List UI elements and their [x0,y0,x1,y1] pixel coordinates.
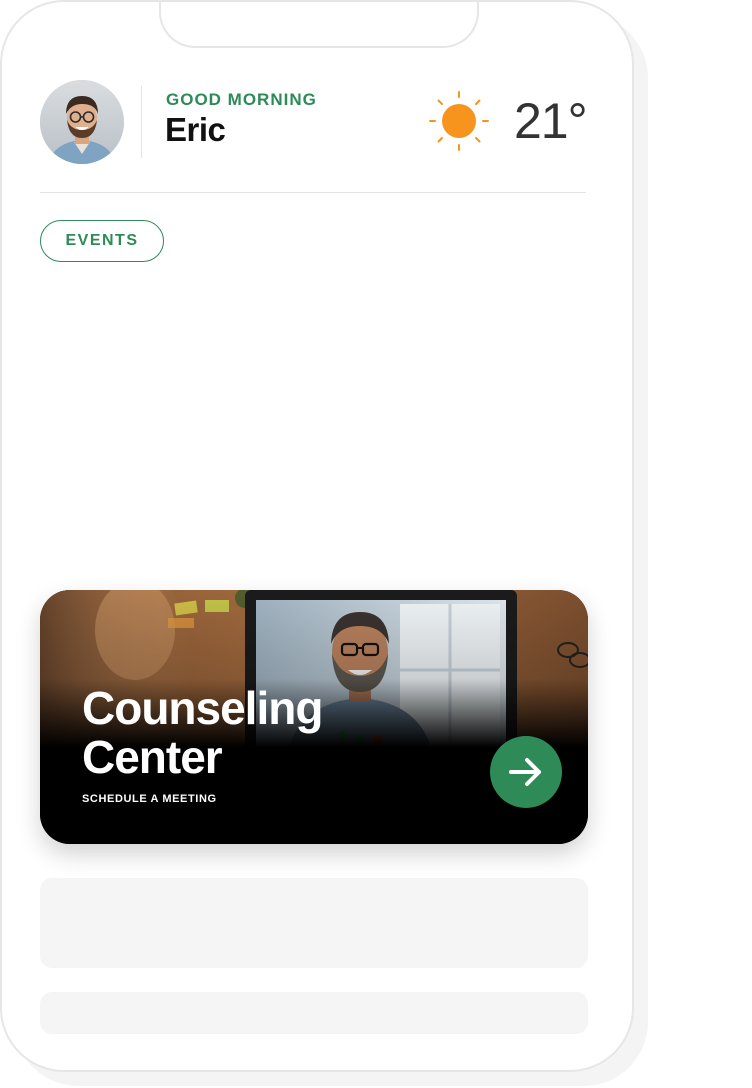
sun-icon [428,90,490,152]
counseling-center-card[interactable]: Counseling Center SCHEDULE A MEETING [40,590,588,844]
phone-notch [159,2,479,48]
placeholder-card [40,878,588,968]
arrow-right-icon [509,758,541,786]
temperature: 21° [514,93,588,149]
user-name: Eric [165,111,226,148]
card-subtitle[interactable]: SCHEDULE A MEETING [82,793,217,805]
app-mockup: GOOD MORNING Eric 21° EVENTS Counseling … [0,0,752,1088]
avatar[interactable] [40,80,124,164]
card-title: Counseling Center [82,682,323,783]
header-separator [40,192,586,193]
greeting-text: GOOD MORNING [166,90,317,109]
phone-frame: GOOD MORNING Eric 21° EVENTS Counseling … [0,0,634,1072]
open-card-button[interactable] [490,736,562,808]
placeholder-card [40,992,588,1034]
events-chip[interactable]: EVENTS [40,220,164,262]
header-divider [141,86,142,158]
events-chip-label: EVENTS [65,232,139,249]
avatar-photo [40,80,124,164]
